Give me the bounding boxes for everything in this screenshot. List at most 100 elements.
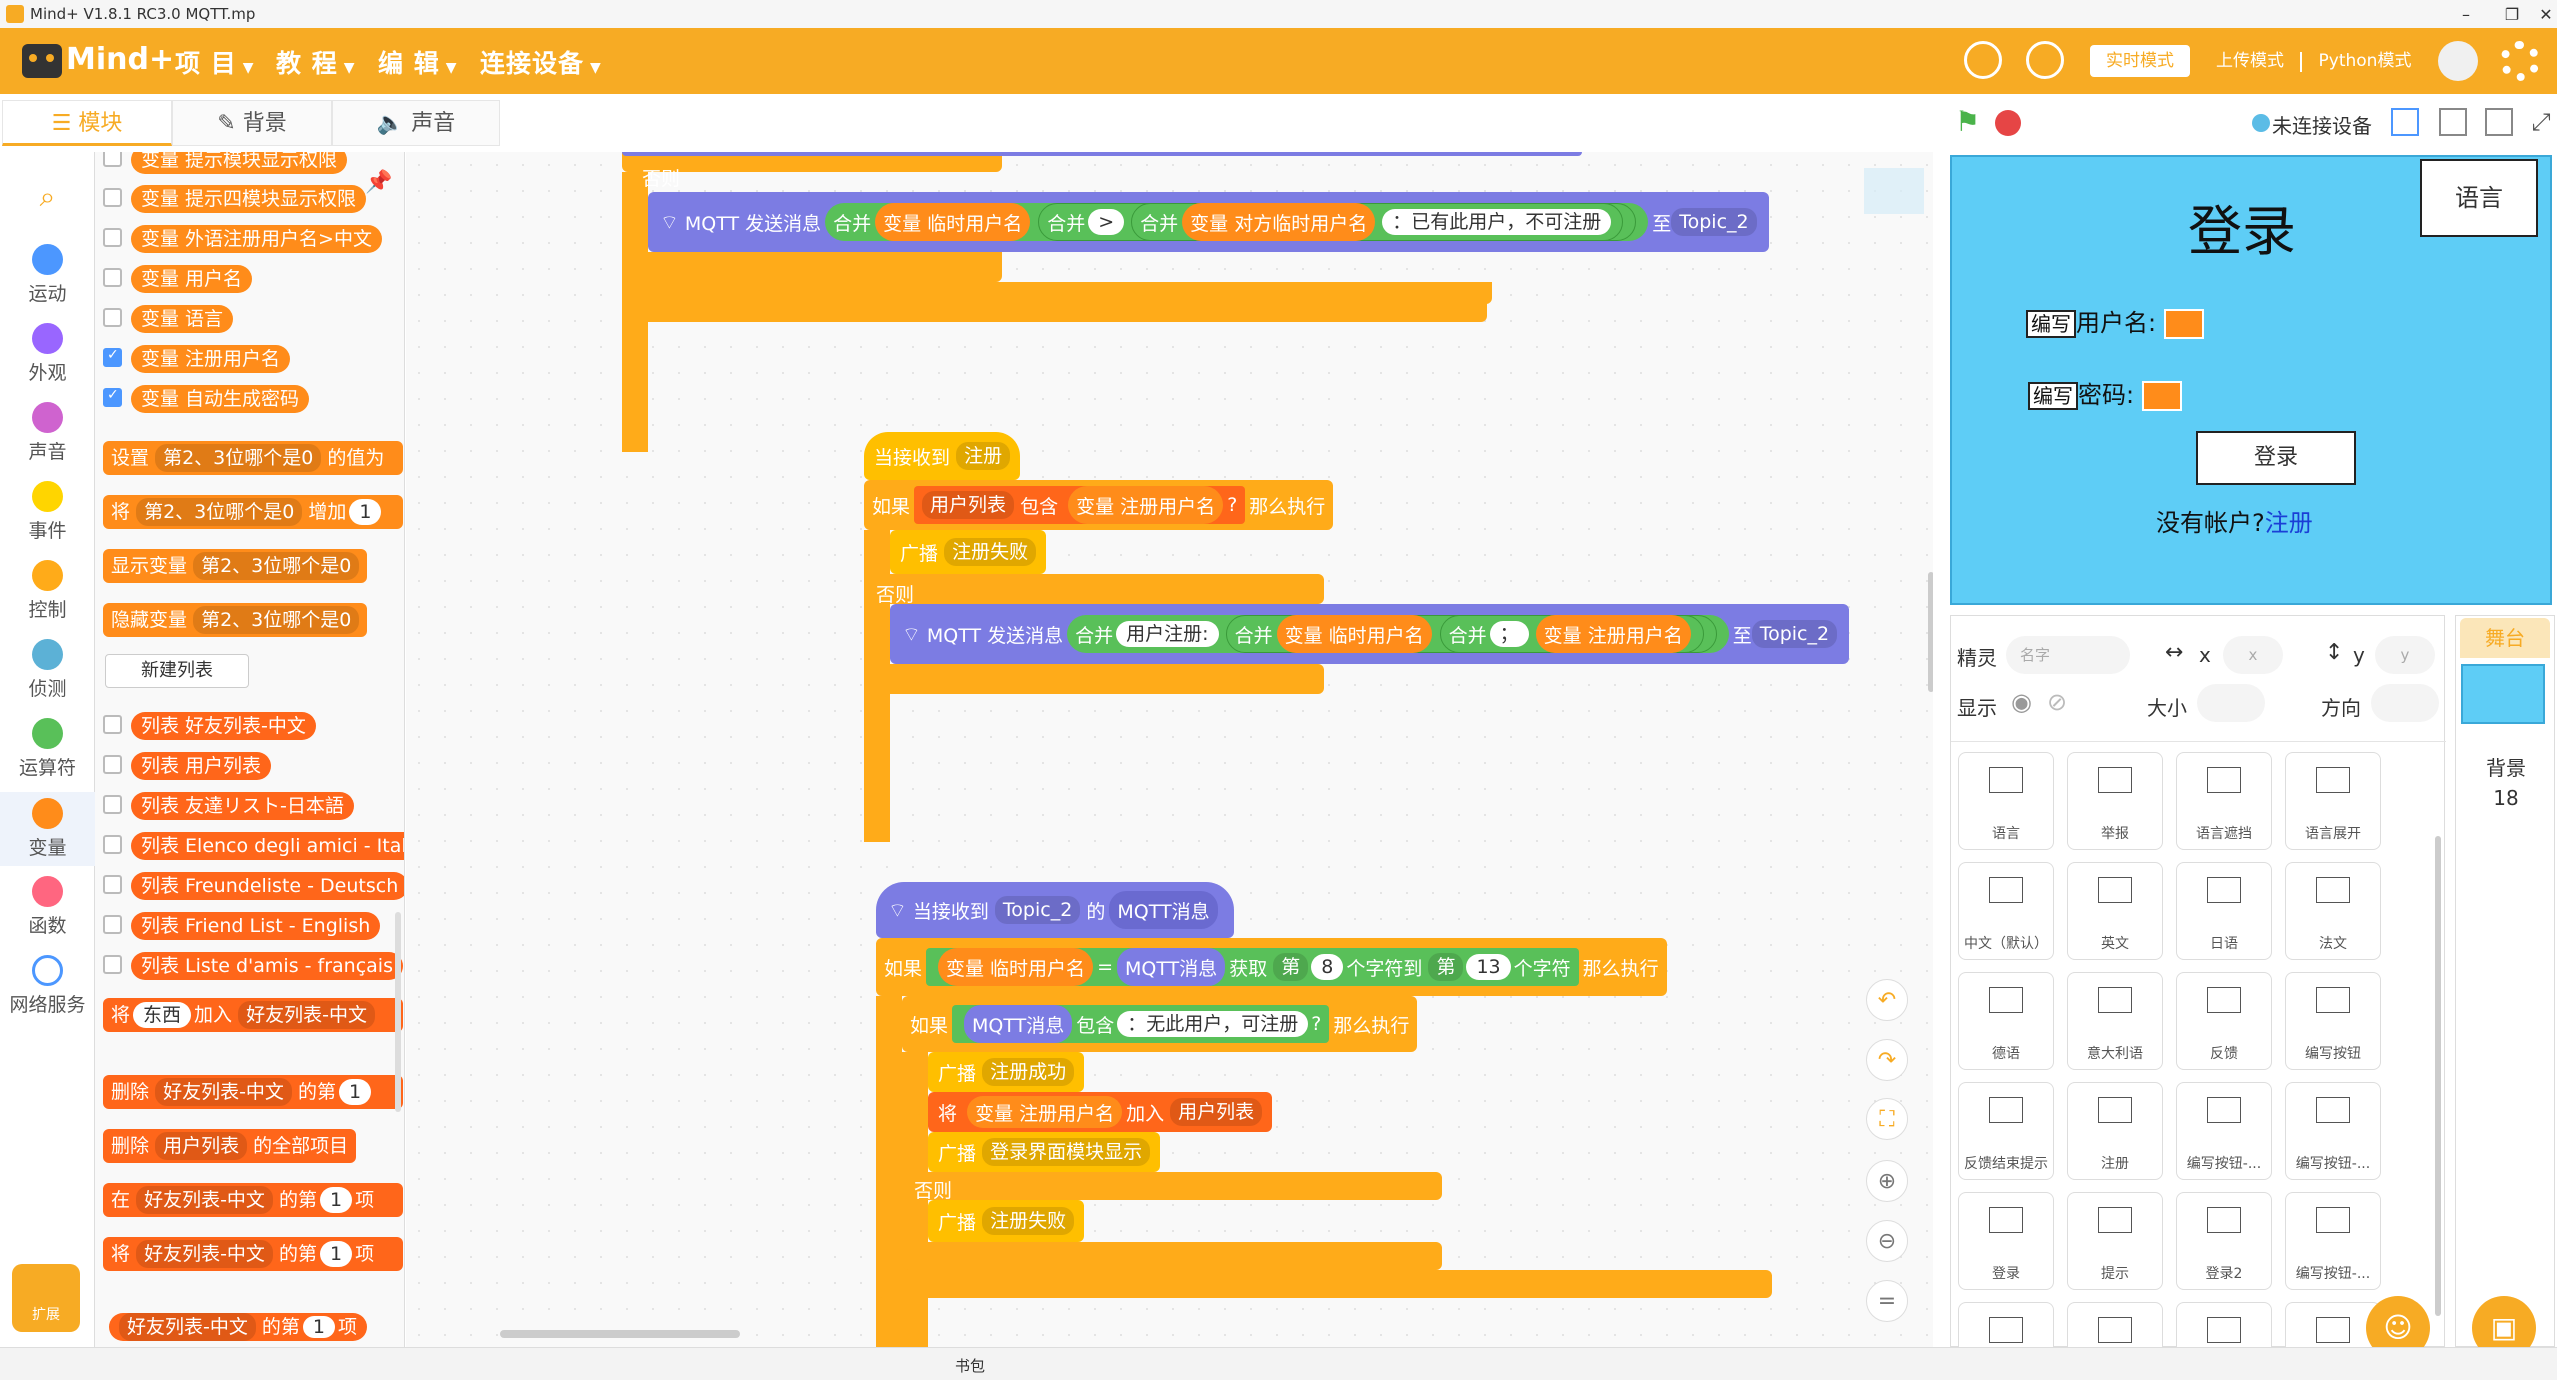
- eye-icon[interactable]: ◉: [2011, 688, 2032, 716]
- var-reporter[interactable]: 变量 提示四模块显示权限: [131, 185, 367, 213]
- sprite-tile[interactable]: 登录: [1958, 1192, 2054, 1290]
- sprite-name-input[interactable]: 名字: [2006, 636, 2130, 674]
- var-checkbox[interactable]: [103, 308, 122, 327]
- edit-password-button[interactable]: 编写: [2028, 382, 2078, 410]
- stage-selector[interactable]: 舞台 背景 18: [2455, 615, 2555, 1347]
- zoom-in-icon[interactable]: ⊕: [1866, 1160, 1908, 1202]
- var-reporter[interactable]: 变量 语言: [131, 305, 234, 333]
- crop-icon[interactable]: ⛶: [1866, 1098, 1908, 1140]
- pin-icon[interactable]: 📌: [365, 170, 392, 195]
- workspace-v-scrollbar[interactable]: [1928, 572, 1933, 692]
- if-block-outer[interactable]: 如果 变量 临时用户名 = MQTT消息 获取 第 8 个字符到 第 13 个字符 …: [876, 938, 1667, 996]
- mode-realtime-button[interactable]: 实时模式: [2090, 45, 2190, 77]
- close-button[interactable]: ✕: [2535, 0, 2557, 28]
- sprite-tile[interactable]: 编写按钮-...: [2285, 1192, 2381, 1290]
- new-list-button[interactable]: 新建列表: [105, 654, 249, 688]
- sprite-tile[interactable]: 登录2: [2176, 1192, 2272, 1290]
- add-to-list-block[interactable]: 将东西 加入 好友列表-中文: [103, 998, 403, 1032]
- insert-list-block[interactable]: 在 好友列表-中文 的第 1 项: [103, 1183, 403, 1217]
- device-monitor-icon[interactable]: [1964, 41, 2002, 79]
- sprite-tile[interactable]: 编写按钮-...: [2285, 1082, 2381, 1180]
- sprite-tile[interactable]: 编写按钮-...: [2176, 1082, 2272, 1180]
- category-motion[interactable]: 运动: [0, 244, 95, 306]
- redo-icon[interactable]: ↷: [1866, 1039, 1908, 1081]
- var-reporter[interactable]: 变量 用户名: [131, 265, 253, 293]
- workspace-minimap[interactable]: [1864, 168, 1924, 214]
- category-control[interactable]: 控制: [0, 560, 95, 622]
- sprite-tile[interactable]: 反馈: [2176, 972, 2272, 1070]
- zoom-out-icon[interactable]: ⊖: [1866, 1220, 1908, 1262]
- minimize-button[interactable]: –: [2443, 0, 2489, 28]
- sprite-tile[interactable]: 意大利语: [2067, 972, 2163, 1070]
- var-checkbox[interactable]: [103, 188, 122, 207]
- x-input[interactable]: x: [2223, 636, 2283, 674]
- broadcast-block[interactable]: 广播 登录界面模块显示: [928, 1132, 1161, 1172]
- sprite-tile[interactable]: 编写按钮: [2285, 972, 2381, 1070]
- sprite-tile[interactable]: 中文（默认）: [1958, 862, 2054, 960]
- category-network[interactable]: 网络服务: [0, 955, 95, 1017]
- sprite-tile[interactable]: 日语: [2176, 862, 2272, 960]
- when-receive-hat[interactable]: 当接收到 注册: [864, 432, 1021, 480]
- list-checkbox[interactable]: [103, 955, 122, 974]
- maximize-button[interactable]: ❐: [2489, 0, 2535, 28]
- show-variable-block[interactable]: 显示变量 第2、3位哪个是0: [103, 549, 368, 583]
- sprite-tile[interactable]: 语言: [1958, 752, 2054, 850]
- mode-upload-button[interactable]: 上传模式: [2205, 45, 2295, 77]
- set-variable-block[interactable]: 设置 第2、3位哪个是0 的值为: [103, 441, 403, 475]
- broadcast-block[interactable]: 广播 注册失败: [890, 530, 1047, 574]
- undo-icon[interactable]: ↶: [1866, 979, 1908, 1021]
- palette-scrollbar[interactable]: [395, 912, 401, 1112]
- category-sound[interactable]: 声音: [0, 402, 95, 464]
- edit-username-button[interactable]: 编写: [2026, 310, 2076, 338]
- fullscreen-icon[interactable]: ⤢: [2527, 108, 2555, 136]
- sprite-tile[interactable]: 法文: [2285, 862, 2381, 960]
- sprite-tile[interactable]: 语言遮挡: [2176, 752, 2272, 850]
- zoom-reset-icon[interactable]: =: [1866, 1280, 1908, 1322]
- delete-all-block[interactable]: 删除 用户列表 的全部项目: [103, 1129, 357, 1163]
- stage-canvas[interactable]: 语言 登录 编写 用户名: 编写 密码: 登录 没有帐户?注册: [1950, 155, 2552, 605]
- var-reporter[interactable]: 变量 提示模块显示权限: [131, 152, 348, 174]
- green-flag-icon[interactable]: ⚑: [1955, 108, 1983, 136]
- category-operators[interactable]: 运算符: [0, 718, 95, 780]
- category-sensing[interactable]: 侦测: [0, 639, 95, 701]
- replace-list-block[interactable]: 将 好友列表-中文 的第 1 项: [103, 1237, 403, 1271]
- add-to-list-block[interactable]: 将 变量 注册用户名 加入 用户列表: [928, 1092, 1273, 1132]
- menu-tutorial[interactable]: 教 程 ▼: [276, 44, 356, 80]
- sprite-tile[interactable]: 提示2: [1958, 1302, 2054, 1351]
- stage-thumbnail[interactable]: [2461, 664, 2545, 724]
- register-link[interactable]: 注册: [2265, 509, 2313, 537]
- list-reporter[interactable]: 列表 Freundeliste - Deutsch: [131, 872, 404, 900]
- hide-variable-block[interactable]: 隐藏变量 第2、3位哪个是0: [103, 603, 368, 637]
- workspace-h-scrollbar[interactable]: [500, 1330, 740, 1338]
- small-stage-icon[interactable]: [2391, 108, 2419, 136]
- mode-python-button[interactable]: Python模式: [2310, 45, 2420, 77]
- large-stage-icon[interactable]: [2485, 108, 2513, 136]
- list-reporter[interactable]: 列表 友達リスト-日本語: [131, 792, 354, 820]
- password-input[interactable]: [2141, 381, 2182, 411]
- tab-backdrop[interactable]: ✎ 背景: [172, 100, 332, 146]
- list-checkbox[interactable]: [103, 755, 122, 774]
- category-looks[interactable]: 外观: [0, 323, 95, 385]
- sprite-tile[interactable]: 语言展开: [2285, 752, 2381, 850]
- normal-stage-icon[interactable]: [2439, 108, 2467, 136]
- var-reporter[interactable]: 变量 外语注册用户名>中文: [131, 225, 382, 253]
- mqtt-send-block[interactable]: ⌔ MQTT 发送消息 合并 用户注册: 合并 变量 临时用户名 合并 ； 变量…: [890, 604, 1850, 664]
- sprite-tile[interactable]: 提示3: [2067, 1302, 2163, 1351]
- direction-input[interactable]: [2371, 684, 2439, 722]
- list-reporter[interactable]: 列表 Friend List - English: [131, 912, 381, 940]
- search-icon[interactable]: ⌕: [0, 180, 95, 214]
- var-reporter[interactable]: 变量 注册用户名: [131, 345, 291, 373]
- list-reporter[interactable]: 列表 Liste d'amis - français: [131, 952, 403, 980]
- delete-from-list-block[interactable]: 删除 好友列表-中文 的第 1: [103, 1075, 403, 1109]
- sprite-tile[interactable]: 注册2: [2176, 1302, 2272, 1351]
- var-checkbox[interactable]: [103, 268, 122, 287]
- stop-icon[interactable]: [1995, 110, 2021, 136]
- category-events[interactable]: 事件: [0, 481, 95, 543]
- category-variables[interactable]: 变量: [0, 792, 95, 866]
- tab-sound[interactable]: 🔈 声音: [332, 100, 500, 146]
- sprite-tile[interactable]: 反馈结束提示: [1958, 1082, 2054, 1180]
- list-checkbox[interactable]: [103, 915, 122, 934]
- settings-gear-icon[interactable]: [2500, 41, 2540, 81]
- list-checkbox[interactable]: [103, 715, 122, 734]
- login-button[interactable]: 登录: [2196, 431, 2356, 485]
